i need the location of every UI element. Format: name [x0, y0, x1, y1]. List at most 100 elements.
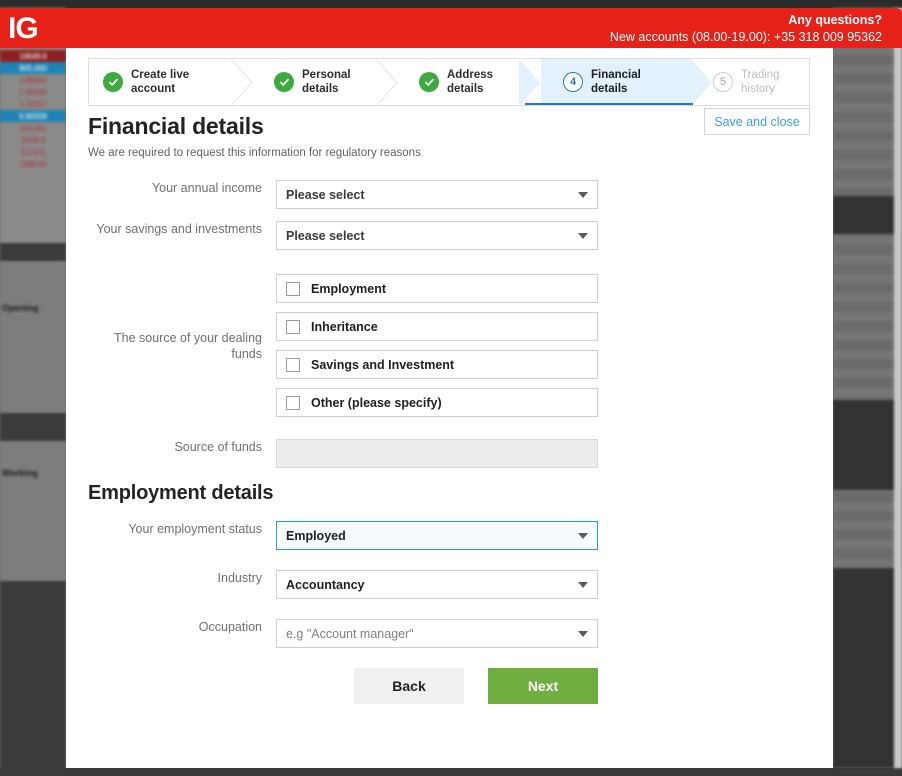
background-label-working: Working: [2, 468, 38, 478]
dealing-funds-label-line2: funds: [66, 346, 262, 362]
save-and-close-button[interactable]: Save and close: [704, 108, 810, 135]
page-title: Financial details: [88, 113, 264, 140]
help-phone-line: New accounts (08.00-19.00): +35 318 009 …: [610, 28, 882, 46]
dealing-funds-label-line1: The source of your dealing: [66, 330, 262, 346]
field-row-occupation: Occupation e.g "Account manager": [66, 619, 833, 648]
stepper-number-badge: 4: [563, 72, 583, 92]
stepper-step-personal-details[interactable]: Personal details: [252, 59, 397, 105]
savings-investments-select[interactable]: Please select: [276, 221, 598, 250]
back-button[interactable]: Back: [354, 668, 464, 704]
employment-section-title: Employment details: [88, 482, 833, 505]
occupation-label: Occupation: [66, 619, 276, 635]
employment-status-select[interactable]: Employed: [276, 521, 598, 550]
background-quote-row: 1.05536: [0, 86, 66, 98]
checkbox-label: Inheritance: [311, 320, 378, 334]
background-right-dark-band-1: [833, 196, 902, 234]
annual-income-label: Your annual income: [66, 180, 276, 196]
check-icon: [274, 72, 294, 92]
background-quote-row: 905.000: [0, 62, 66, 74]
stepper-chevron-separator: [231, 59, 253, 105]
background-quote-row: 116.001: [0, 122, 66, 134]
stepper-step-create-live-account[interactable]: Create live account: [89, 59, 252, 105]
background-quote-row: 1189.65: [0, 158, 66, 170]
stepper-label-line2: account: [131, 82, 189, 96]
background-mid-band-2: [0, 441, 66, 581]
field-row-annual-income: Your annual income Please select: [66, 180, 833, 209]
check-icon: [419, 72, 439, 92]
employment-status-label: Your employment status: [66, 521, 276, 537]
stepper-chevron-separator: [376, 59, 398, 105]
checkbox-row-employment[interactable]: Employment: [276, 274, 598, 303]
window-top-strip: [0, 0, 902, 8]
background-quote-row: 5434.9: [0, 134, 66, 146]
chevron-down-icon: [578, 233, 588, 239]
check-icon: [103, 72, 123, 92]
help-contact-block: Any questions? New accounts (08.00-19.00…: [610, 13, 882, 46]
background-quote-row: 19649.6: [0, 50, 66, 62]
checkbox-icon[interactable]: [286, 320, 300, 334]
dealing-funds-label: The source of your dealing funds: [66, 330, 276, 362]
stepper-label-line2: details: [302, 82, 351, 96]
form-actions: Back Next: [354, 668, 833, 704]
background-right-dark-band-3: [833, 568, 902, 768]
checkbox-row-savings-and-investment[interactable]: Savings and Investment: [276, 350, 598, 379]
checkbox-label: Savings and Investment: [311, 358, 454, 372]
background-left-column: 7273.711532.02265.6119649.6905.0000.8684…: [0, 8, 66, 768]
stepper-label-line2: details: [447, 82, 493, 96]
background-quote-row: 5179.5: [0, 146, 66, 158]
industry-value: Accountancy: [286, 578, 365, 592]
employment-status-value: Employed: [286, 529, 346, 543]
progress-stepper: Create live account Personal details: [88, 58, 810, 106]
stepper-active-underline: [525, 103, 693, 105]
background-quote-row: 1.32257: [0, 98, 66, 110]
checkbox-icon[interactable]: [286, 396, 300, 410]
app-header: IG Any questions? New accounts (08.00-19…: [0, 8, 902, 48]
background-dark-band-1: [0, 243, 66, 261]
chevron-down-icon: [578, 582, 588, 588]
annual-income-value: Please select: [286, 188, 365, 202]
background-label-opening: Opening: [2, 303, 39, 313]
stepper-step-trading-history[interactable]: 5 Trading history: [691, 59, 809, 105]
onboarding-card: Create live account Personal details: [66, 48, 833, 768]
stepper-number-badge: 5: [713, 72, 733, 92]
industry-label: Industry: [66, 570, 276, 586]
field-row-savings-investments: Your savings and investments Please sele…: [66, 221, 833, 250]
background-right-column: [833, 8, 902, 768]
checkbox-row-other[interactable]: Other (please specify): [276, 388, 598, 417]
stepper-label-line1: Personal: [302, 68, 351, 82]
stepper-label-line1: Trading: [741, 68, 780, 82]
chevron-down-icon: [578, 192, 588, 198]
stepper-label-line1: Financial: [591, 68, 641, 82]
financial-details-form: Your annual income Please select Your sa…: [66, 180, 833, 704]
annual-income-select[interactable]: Please select: [276, 180, 598, 209]
stepper-label-line2: history: [741, 82, 780, 96]
ig-logo[interactable]: IG: [8, 12, 38, 46]
background-dark-band-3: [0, 581, 66, 776]
stepper-label-line1: Create live: [131, 68, 189, 82]
checkbox-row-inheritance[interactable]: Inheritance: [276, 312, 598, 341]
chevron-down-icon: [578, 533, 588, 539]
source-of-funds-input: [276, 439, 598, 468]
help-title: Any questions?: [610, 13, 882, 28]
background-dark-band-2: [0, 413, 66, 441]
stepper-active-wedge-left: [519, 59, 541, 105]
checkbox-label: Other (please specify): [311, 396, 442, 410]
field-row-industry: Industry Accountancy: [66, 570, 833, 599]
field-row-employment-status: Your employment status Employed: [66, 521, 833, 550]
savings-investments-value: Please select: [286, 229, 365, 243]
field-row-source-of-funds: Source of funds: [66, 439, 833, 468]
background-quote-row: 6.90559: [0, 110, 66, 122]
checkbox-icon[interactable]: [286, 358, 300, 372]
field-row-dealing-funds: The source of your dealing funds Employm…: [66, 274, 833, 417]
background-quote-row: 0.86843: [0, 74, 66, 86]
checkbox-label: Employment: [311, 282, 386, 296]
occupation-select[interactable]: e.g "Account manager": [276, 619, 598, 648]
next-button[interactable]: Next: [488, 668, 598, 704]
background-right-edge: [894, 8, 902, 768]
checkbox-icon[interactable]: [286, 282, 300, 296]
source-of-funds-label: Source of funds: [66, 439, 276, 455]
savings-investments-label: Your savings and investments: [66, 221, 276, 237]
industry-select[interactable]: Accountancy: [276, 570, 598, 599]
stepper-step-financial-details[interactable]: 4 Financial details: [541, 59, 691, 105]
page-subtitle: We are required to request this informat…: [88, 147, 421, 159]
